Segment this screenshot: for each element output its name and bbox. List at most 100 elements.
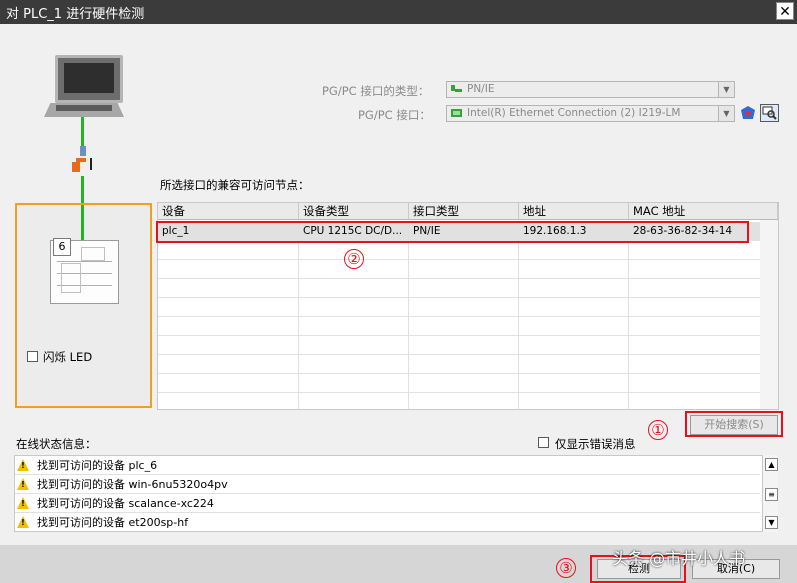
table-cell-empty xyxy=(629,336,778,355)
table-cell-empty xyxy=(409,317,519,336)
watermark-text: 头条 @市井小人书 xyxy=(612,549,746,568)
log-message: 找到可访问的设备 plc_6 xyxy=(37,459,158,472)
table-row-empty xyxy=(158,355,778,374)
table-cell-empty xyxy=(629,241,778,260)
table-row-empty xyxy=(158,279,778,298)
log-message: 找到可访问的设备 et200sp-hf xyxy=(37,516,189,529)
chevron-down-icon[interactable]: ▼ xyxy=(718,82,734,97)
list-item: ! 找到可访问的设备 scalance-xc224 xyxy=(15,494,760,513)
pgpc-interface-label: PG/PC 接口： xyxy=(358,108,431,122)
errors-only-label: 仅显示错误消息 xyxy=(555,437,636,451)
table-scroll-gutter xyxy=(760,220,778,409)
table-cell-empty xyxy=(409,279,519,298)
table-cell-empty xyxy=(409,336,519,355)
table-cell-empty xyxy=(519,393,629,409)
column-header-mac[interactable]: MAC 地址 xyxy=(629,203,778,220)
slot-number-badge: 6 xyxy=(53,238,71,256)
table-cell-empty xyxy=(299,317,409,336)
annotation-row-highlight xyxy=(156,221,749,243)
chevron-down-icon[interactable]: ▼ xyxy=(718,106,734,121)
connector-icon xyxy=(80,146,86,156)
pgpc-type-label: PG/PC 接口的类型： xyxy=(322,84,430,98)
table-cell-empty xyxy=(629,317,778,336)
table-cell-empty xyxy=(158,241,299,260)
table-row-empty xyxy=(158,374,778,393)
table-cell-empty xyxy=(409,260,519,279)
table-cell-empty xyxy=(158,355,299,374)
table-cell-empty xyxy=(519,317,629,336)
annotation-2: ② xyxy=(344,249,364,269)
column-header-device-type[interactable]: 设备类型 xyxy=(299,203,409,220)
window-title: 对 PLC_1 进行硬件检测 xyxy=(6,7,145,22)
ethernet-icon xyxy=(451,85,462,92)
flash-led-label: 闪烁 LED xyxy=(43,350,93,364)
table-cell-empty xyxy=(409,393,519,409)
table-cell-empty xyxy=(158,374,299,393)
table-cell-empty xyxy=(299,336,409,355)
column-header-device[interactable]: 设备 xyxy=(158,203,299,220)
online-status-label: 在线状态信息： xyxy=(16,437,97,451)
table-cell-empty xyxy=(629,393,778,409)
table-cell-empty xyxy=(629,355,778,374)
table-cell-empty xyxy=(158,317,299,336)
table-cell-empty xyxy=(409,241,519,260)
table-cell-empty xyxy=(629,374,778,393)
annotation-3: ③ xyxy=(556,558,576,578)
table-cell-empty xyxy=(629,298,778,317)
online-status-log: ! 找到可访问的设备 plc_6 ! 找到可访问的设备 win-6nu5320o… xyxy=(14,455,778,532)
properties-icon[interactable] xyxy=(740,105,756,121)
table-cell-empty xyxy=(519,241,629,260)
table-cell-empty xyxy=(519,260,629,279)
column-header-interface-type[interactable]: 接口类型 xyxy=(409,203,519,220)
table-cell-empty xyxy=(299,374,409,393)
table-cell-empty xyxy=(158,393,299,409)
nodes-heading: 所选接口的兼容可访问节点： xyxy=(160,178,310,192)
column-header-address[interactable]: 地址 xyxy=(519,203,629,220)
table-cell-empty xyxy=(158,298,299,317)
log-message: 找到可访问的设备 win-6nu5320o4pv xyxy=(37,478,228,491)
table-cell-empty xyxy=(299,298,409,317)
table-cell-empty xyxy=(629,279,778,298)
scroll-menu-icon[interactable]: ≡ xyxy=(765,488,778,501)
table-row-empty xyxy=(158,260,778,279)
table-row-empty xyxy=(158,317,778,336)
table-cell-empty xyxy=(519,336,629,355)
start-search-button[interactable]: 开始搜索(S) xyxy=(690,415,778,435)
table-cell-empty xyxy=(299,355,409,374)
scroll-up-button[interactable]: ▲ xyxy=(765,458,778,471)
errors-only-checkbox[interactable] xyxy=(538,437,549,448)
list-item: ! 找到可访问的设备 plc_6 xyxy=(15,456,760,475)
annotation-1: ① xyxy=(648,420,668,440)
table-cell-empty xyxy=(158,279,299,298)
diagnostics-button[interactable] xyxy=(760,104,779,122)
table-cell-empty xyxy=(409,374,519,393)
close-button[interactable]: ✕ xyxy=(776,2,794,20)
flash-led-checkbox[interactable] xyxy=(27,351,38,362)
table-row-empty xyxy=(158,298,778,317)
table-row-empty xyxy=(158,393,778,409)
table-cell-empty xyxy=(158,260,299,279)
magnifier-icon xyxy=(762,106,777,120)
pgpc-interface-select[interactable]: Intel(R) Ethernet Connection (2) I219-LM… xyxy=(446,105,735,122)
table-cell-empty xyxy=(519,374,629,393)
table-cell-empty xyxy=(409,355,519,374)
table-cell-empty xyxy=(519,298,629,317)
scroll-down-button[interactable]: ▼ xyxy=(765,516,778,529)
table-cell-empty xyxy=(299,279,409,298)
list-item: ! 找到可访问的设备 et200sp-hf xyxy=(15,513,760,531)
table-row-empty xyxy=(158,241,778,260)
table-cell-empty xyxy=(409,298,519,317)
log-message: 找到可访问的设备 scalance-xc224 xyxy=(37,497,214,510)
table-cell-empty xyxy=(629,260,778,279)
network-line xyxy=(81,117,84,147)
table-cell-empty xyxy=(158,336,299,355)
table-row-empty xyxy=(158,336,778,355)
laptop-icon xyxy=(55,55,123,103)
table-cell-empty xyxy=(299,393,409,409)
pgpc-type-select[interactable]: PN/IE ▼ xyxy=(446,81,735,98)
table-cell-empty xyxy=(519,355,629,374)
network-card-icon xyxy=(451,109,462,117)
title-bar: 对 PLC_1 进行硬件检测 ✕ xyxy=(0,0,797,24)
list-item: ! 找到可访问的设备 win-6nu5320o4pv xyxy=(15,475,760,494)
log-scrollbar[interactable]: ▲ ≡ ▼ xyxy=(762,455,778,532)
